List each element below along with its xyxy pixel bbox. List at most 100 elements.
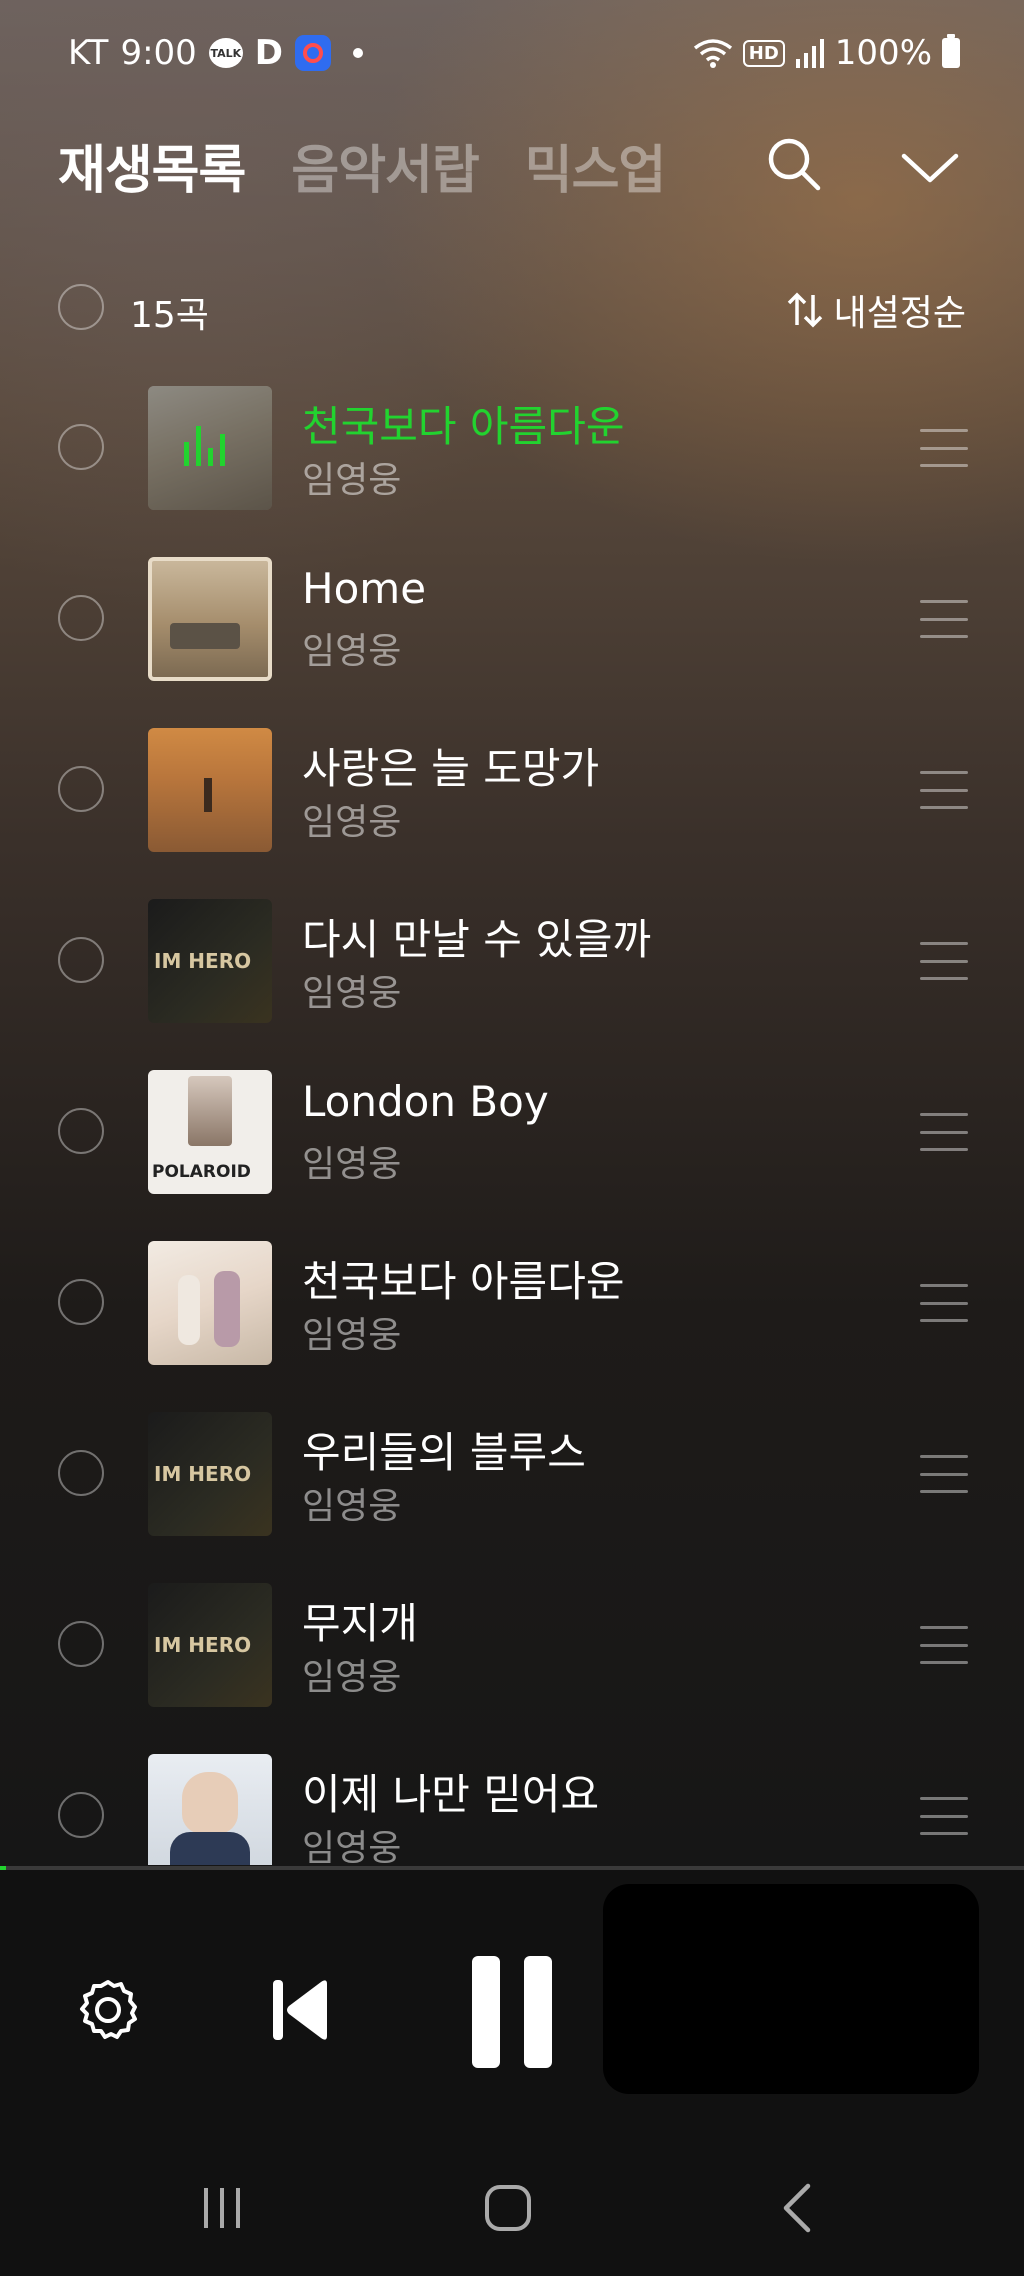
- more-notifications-dot: [353, 48, 364, 58]
- track-row[interactable]: POLAROID London Boy 임영웅: [0, 1057, 1024, 1228]
- back-button[interactable]: [764, 2176, 832, 2240]
- track-artist: 임영웅: [302, 1828, 402, 1865]
- track-title: 우리들의 블루스: [302, 1428, 586, 1477]
- search-icon: [768, 138, 821, 191]
- album-art: [148, 1241, 272, 1365]
- track-title: 천국보다 아름다운: [302, 1257, 625, 1306]
- track-artist: 임영웅: [302, 1144, 402, 1185]
- album-art: [148, 1754, 272, 1865]
- track-title: Home: [302, 564, 427, 613]
- album-art: POLAROID: [148, 1070, 272, 1194]
- track-count: 15곡: [130, 295, 209, 336]
- chevron-down-icon: [901, 153, 959, 183]
- track-select-checkbox[interactable]: [58, 595, 104, 641]
- track-title: 사랑은 늘 도망가: [302, 744, 600, 793]
- album-art-text: IM HERO: [154, 1462, 252, 1486]
- track-row[interactable]: 이제 나만 믿어요 임영웅: [0, 1741, 1024, 1865]
- track-list: 천국보다 아름다운 임영웅 Home 임영웅 사랑은 늘 도망가 임영웅 IM …: [0, 373, 1024, 1865]
- track-row[interactable]: IM HERO 다시 만날 수 있을까 임영웅: [0, 886, 1024, 1057]
- collapse-button[interactable]: [898, 140, 962, 196]
- album-art: IM HERO: [148, 1412, 272, 1536]
- recents-button[interactable]: [188, 2178, 256, 2238]
- track-title: 천국보다 아름다운: [302, 402, 625, 451]
- drag-handle-icon[interactable]: [920, 1455, 968, 1493]
- drag-handle-icon[interactable]: [920, 942, 968, 980]
- now-playing-equalizer-icon: [184, 426, 225, 466]
- track-artist: 임영웅: [302, 460, 402, 501]
- settings-button[interactable]: [68, 1970, 148, 2050]
- track-select-checkbox[interactable]: [58, 1279, 104, 1325]
- list-header: 15곡 내설정순: [0, 280, 1024, 340]
- track-select-checkbox[interactable]: [58, 1450, 104, 1496]
- system-nav-bar: [0, 2146, 1024, 2276]
- pause-button[interactable]: [460, 1952, 564, 2072]
- mini-player: [0, 1866, 1024, 2146]
- previous-icon: [273, 1980, 327, 2040]
- track-select-checkbox[interactable]: [58, 1621, 104, 1667]
- sort-button[interactable]: 내설정순: [786, 284, 966, 336]
- settings-icon: [80, 1980, 137, 2039]
- kakaotalk-icon: TALK: [208, 38, 243, 68]
- previous-button[interactable]: [260, 1962, 340, 2058]
- top-tabs: 재생목록 음악서랍 믹스업: [58, 128, 667, 203]
- track-title: 무지개: [302, 1599, 418, 1648]
- track-row[interactable]: IM HERO 우리들의 블루스 임영웅: [0, 1399, 1024, 1570]
- track-select-checkbox[interactable]: [58, 424, 104, 470]
- home-button[interactable]: [474, 2176, 542, 2240]
- signal-icon: [795, 39, 824, 68]
- track-select-checkbox[interactable]: [58, 1792, 104, 1838]
- album-art-text: IM HERO: [154, 1633, 252, 1657]
- track-artist: 임영웅: [302, 1486, 402, 1527]
- d-app-icon: D: [254, 33, 284, 73]
- select-all-checkbox[interactable]: [58, 284, 104, 330]
- recents-icon: [204, 2188, 240, 2228]
- app-notification-icon: [295, 35, 332, 71]
- drag-handle-icon[interactable]: [920, 1284, 968, 1322]
- back-icon: [783, 2183, 811, 2233]
- drag-handle-icon[interactable]: [920, 600, 968, 638]
- wifi-icon: [693, 39, 732, 68]
- track-artist: 임영웅: [302, 973, 402, 1014]
- track-artist: 임영웅: [302, 1657, 402, 1698]
- drag-handle-icon[interactable]: [920, 771, 968, 809]
- album-art-text: IM HERO: [154, 949, 252, 973]
- album-art: IM HERO: [148, 1583, 272, 1707]
- track-select-checkbox[interactable]: [58, 1108, 104, 1154]
- carrier-label: KT: [68, 33, 109, 73]
- playback-progress-bar[interactable]: [0, 1866, 1024, 1870]
- track-select-checkbox[interactable]: [58, 766, 104, 812]
- album-art: [148, 728, 272, 852]
- battery-icon: [942, 34, 960, 68]
- track-title: 이제 나만 믿어요: [302, 1770, 600, 1819]
- track-row[interactable]: 천국보다 아름다운 임영웅: [0, 373, 1024, 544]
- drag-handle-icon[interactable]: [920, 429, 968, 467]
- sort-icon: [787, 292, 822, 328]
- track-row[interactable]: IM HERO 무지개 임영웅: [0, 1570, 1024, 1741]
- drag-handle-icon[interactable]: [920, 1626, 968, 1664]
- status-bar: KT 9:00 TALK D HD 100%: [0, 0, 1024, 104]
- tab-playlist[interactable]: 재생목록: [58, 128, 246, 203]
- tab-mixup[interactable]: 믹스업: [525, 128, 667, 203]
- battery-percent: 100%: [834, 33, 932, 73]
- track-artist: 임영웅: [302, 1315, 402, 1356]
- track-title: London Boy: [302, 1077, 549, 1126]
- drag-handle-icon[interactable]: [920, 1113, 968, 1151]
- pause-icon: [472, 1956, 552, 2068]
- track-row[interactable]: Home 임영웅: [0, 544, 1024, 715]
- album-art: [148, 386, 272, 510]
- track-title: 다시 만날 수 있을까: [302, 915, 652, 964]
- clock: 9:00: [120, 33, 197, 73]
- tab-music-drawer[interactable]: 음악서랍: [291, 128, 479, 203]
- track-row[interactable]: 천국보다 아름다운 임영웅: [0, 1228, 1024, 1399]
- album-art: IM HERO: [148, 899, 272, 1023]
- search-button[interactable]: [762, 132, 826, 196]
- hd-voice-icon: HD: [742, 39, 785, 67]
- album-art-text: POLAROID: [152, 1162, 251, 1182]
- video-preview[interactable]: [603, 1884, 979, 2094]
- home-icon: [485, 2185, 531, 2231]
- playback-progress-fill: [0, 1866, 7, 1870]
- track-select-checkbox[interactable]: [58, 937, 104, 983]
- track-row[interactable]: 사랑은 늘 도망가 임영웅: [0, 715, 1024, 886]
- drag-handle-icon[interactable]: [920, 1797, 968, 1835]
- track-artist: 임영웅: [302, 802, 402, 843]
